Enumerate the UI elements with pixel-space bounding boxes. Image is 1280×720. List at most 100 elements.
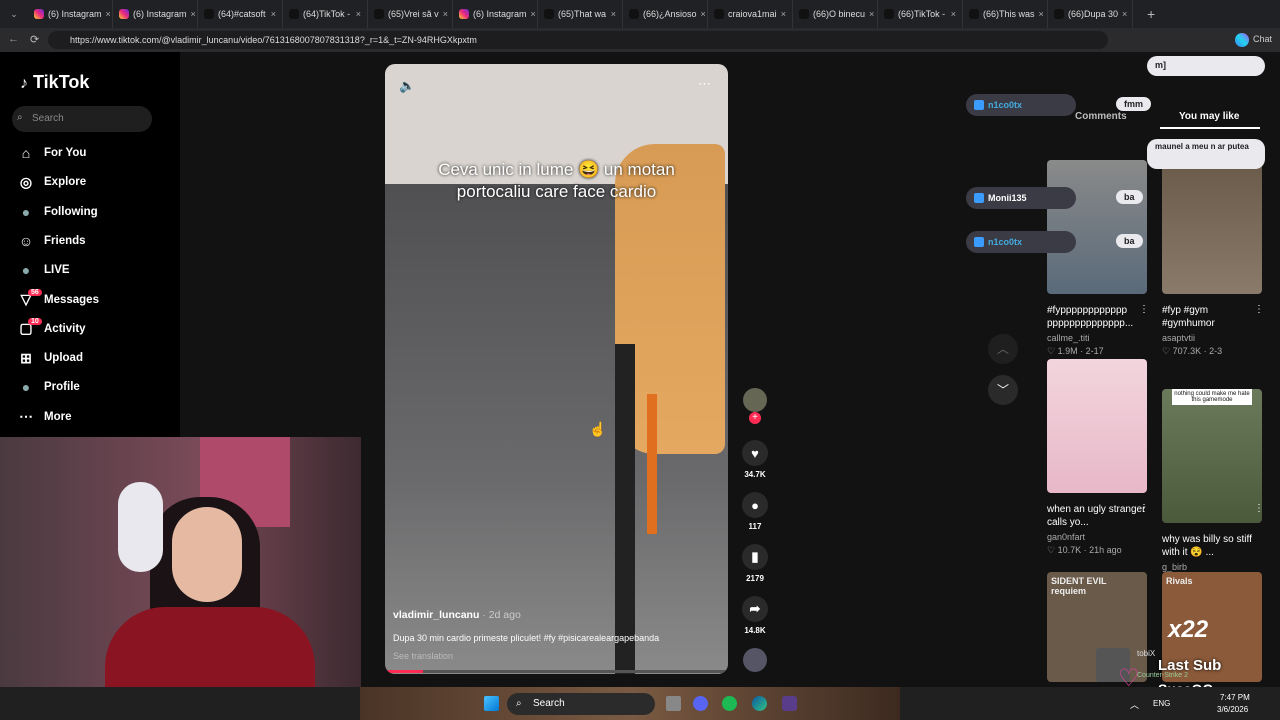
close-icon[interactable]: ×	[951, 9, 956, 19]
new-tab-icon[interactable]: +	[1147, 6, 1155, 22]
browser-tab[interactable]: (66)Dupa 30 ×	[1048, 0, 1133, 28]
tray-chevron-icon[interactable]: ︿	[1130, 698, 1139, 711]
video-thumbnail[interactable]	[1047, 160, 1147, 294]
card-user[interactable]: g_birb	[1162, 562, 1262, 572]
taskbar-search[interactable]: Search	[507, 693, 655, 715]
task-view-icon[interactable]	[666, 696, 681, 711]
like-action[interactable]: ♥ 34.7K	[742, 440, 768, 479]
video-thumbnail[interactable]	[1047, 359, 1147, 493]
comment-icon[interactable]: ●	[742, 492, 768, 518]
sidebar-item-messages[interactable]: ▽ 56 Messages	[18, 288, 168, 311]
tab-label: (64)#catsoft	[218, 9, 266, 19]
video-thumbnail[interactable]	[1162, 160, 1262, 294]
save-action[interactable]: ▮ 2179	[742, 544, 768, 583]
heart-icon[interactable]: ♥	[742, 440, 768, 466]
more-options-icon[interactable]: ⋮	[1139, 503, 1149, 514]
share-icon[interactable]: ➦	[742, 596, 768, 622]
sidebar-item-upload[interactable]: ⊞ Upload	[18, 347, 168, 369]
previous-video-button[interactable]: ︿	[988, 334, 1018, 364]
sidebar-item-label: Messages	[44, 293, 99, 306]
sound-icon[interactable]: 🔈	[399, 78, 415, 94]
tab-you-may-like[interactable]: You may like	[1179, 111, 1239, 122]
video-author[interactable]: vladimir_luncanu	[393, 609, 479, 621]
sidebar-item-more[interactable]: ⋯ More	[18, 406, 168, 428]
close-icon[interactable]: ×	[611, 9, 616, 19]
browser-tab[interactable]: (65)Vrei să v ×	[368, 0, 453, 28]
close-icon[interactable]: ×	[191, 9, 196, 19]
browser-tab[interactable]: (66)This was ×	[963, 0, 1048, 28]
app-icon[interactable]	[782, 696, 797, 711]
close-icon[interactable]: ×	[1122, 9, 1127, 19]
sidebar-item-activity[interactable]: ▢ 10 Activity	[18, 317, 168, 340]
close-icon[interactable]: ×	[701, 9, 706, 19]
share-action[interactable]: ➦ 14.8K	[742, 596, 768, 635]
back-icon[interactable]: ←	[8, 33, 19, 45]
follow-plus-icon[interactable]: +	[749, 412, 761, 424]
bookmark-icon[interactable]: ▮	[742, 544, 768, 570]
close-icon[interactable]: ×	[106, 9, 111, 19]
card-user[interactable]: callme_.titi	[1047, 333, 1147, 343]
card-title[interactable]: #fypppppppppppp pppppppppppppp...	[1047, 304, 1147, 330]
browser-tab[interactable]: (66)TikTok - ×	[878, 0, 963, 28]
reload-icon[interactable]: ⟳	[30, 33, 39, 46]
clock-time[interactable]: 7:47 PM	[1220, 693, 1250, 702]
close-icon[interactable]: ×	[869, 9, 874, 19]
sidebar-item-for-you[interactable]: ⌂ For You	[18, 142, 168, 164]
sidebar-item-live[interactable]: ● LIVE	[18, 259, 168, 281]
tiktok-logo[interactable]: ♪ TikTok	[20, 72, 89, 93]
music-disc-icon[interactable]	[743, 648, 767, 672]
browser-tab[interactable]: craiova1mai ×	[708, 0, 793, 28]
close-icon[interactable]: ×	[356, 9, 361, 19]
card-title[interactable]: why was billy so stiff with it 😵 ...	[1162, 533, 1262, 559]
close-icon[interactable]: ×	[271, 9, 276, 19]
card-title[interactable]: #fyp #gym #gymhumor	[1162, 304, 1262, 330]
edge-icon[interactable]	[752, 696, 767, 711]
recommended-video-card[interactable]: when an ugly stranger calls yo... gan0nfa…	[1047, 359, 1149, 556]
language-indicator[interactable]: ENG	[1153, 699, 1170, 708]
more-options-icon[interactable]: ⋮	[1139, 304, 1149, 315]
author-avatar[interactable]	[743, 388, 767, 412]
clock-date[interactable]: 3/6/2026	[1217, 705, 1248, 714]
tiktok-icon	[544, 9, 554, 19]
sidebar-item-friends[interactable]: ☺ Friends	[18, 230, 168, 252]
browser-tab[interactable]: (66)O binecu ×	[793, 0, 878, 28]
tab-comments[interactable]: Comments	[1075, 111, 1127, 122]
see-translation-link[interactable]: See translation	[393, 651, 453, 661]
spotify-icon[interactable]	[722, 696, 737, 711]
close-icon[interactable]: ×	[443, 9, 448, 19]
browser-tab[interactable]: (6) Instagram ×	[113, 0, 198, 28]
chat-bubble: m]	[1147, 56, 1265, 76]
url-field[interactable]: https://www.tiktok.com/@vladimir_luncanu…	[48, 31, 1108, 49]
browser-tab[interactable]: (66)¿Ansioso ×	[623, 0, 708, 28]
sidebar-item-explore[interactable]: ◎ Explore	[18, 171, 168, 193]
chat-button[interactable]: Chat	[1253, 34, 1272, 44]
card-user[interactable]: gan0nfart	[1047, 532, 1147, 542]
more-options-icon[interactable]: ⋮	[1254, 304, 1264, 315]
video-player[interactable]: 🔈 ⋯ Ceva unic in lume 😆 un motan portoca…	[385, 64, 728, 674]
browser-tab[interactable]: (64)TikTok - ×	[283, 0, 368, 28]
card-title[interactable]: when an ugly stranger calls yo...	[1047, 503, 1147, 529]
sidebar-item-profile[interactable]: ● Profile	[18, 376, 168, 398]
more-options-icon[interactable]: ⋯	[698, 76, 711, 92]
discord-icon[interactable]	[693, 696, 708, 711]
video-thumbnail[interactable]: nothing could make me hate this gamemode	[1162, 389, 1262, 523]
recommended-video-card[interactable]: #fyp #gym #gymhumor asaptvtii ♡ 707.3K · 2…	[1162, 160, 1264, 357]
close-icon[interactable]: ×	[1039, 9, 1044, 19]
tab-list-chevron-icon[interactable]: ⌄	[0, 9, 28, 20]
browser-tab[interactable]: (6) Instagram ×	[28, 0, 113, 28]
progress-track[interactable]	[385, 670, 728, 673]
browser-tab[interactable]: (65)That wa ×	[538, 0, 623, 28]
browser-tab[interactable]: (6) Instagram ×	[453, 0, 538, 28]
close-icon[interactable]: ×	[781, 9, 786, 19]
sidebar-item-following[interactable]: ● Following	[18, 201, 168, 223]
more-options-icon[interactable]: ⋮	[1254, 503, 1264, 514]
recommended-video-card[interactable]: nothing could make me hate this gamemode…	[1162, 359, 1264, 586]
next-video-button[interactable]: ﹀	[988, 375, 1018, 405]
copilot-icon[interactable]	[1235, 33, 1249, 47]
browser-tab[interactable]: (64)#catsoft ×	[198, 0, 283, 28]
close-icon[interactable]: ×	[531, 9, 536, 19]
search-input[interactable]: Search	[12, 106, 152, 132]
comment-action[interactable]: ● 117	[742, 492, 768, 531]
card-user[interactable]: asaptvtii	[1162, 333, 1262, 343]
windows-start-icon[interactable]	[484, 696, 499, 711]
